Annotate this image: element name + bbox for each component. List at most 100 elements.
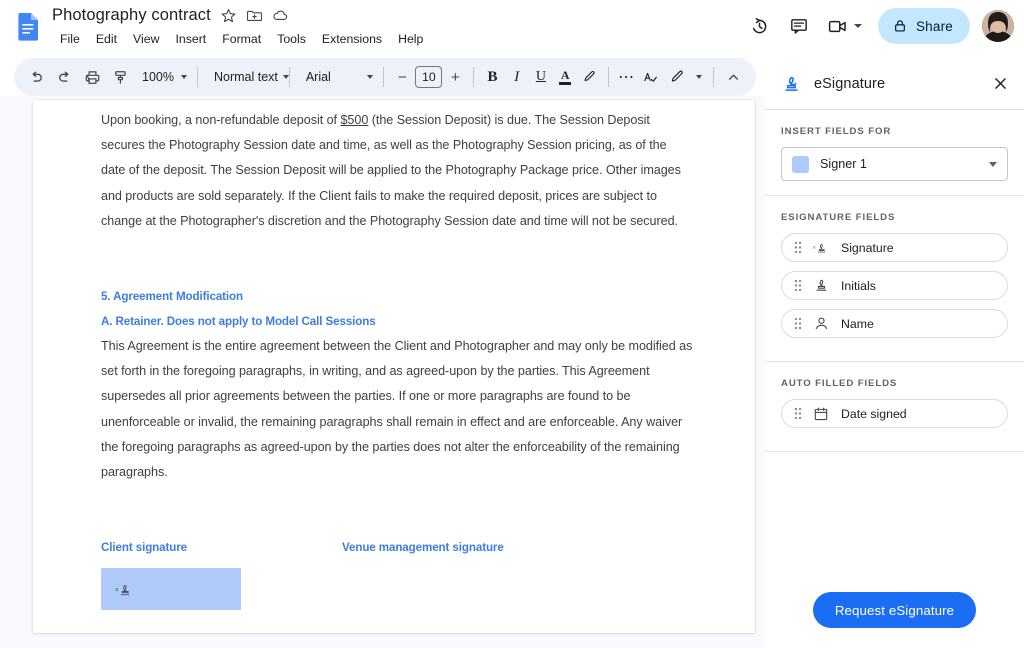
italic-button[interactable]: I — [505, 63, 529, 91]
cloud-saved-icon[interactable] — [272, 7, 289, 24]
field-signature[interactable]: x Signature — [781, 233, 1008, 262]
menu-item-format[interactable]: Format — [214, 29, 269, 49]
drag-handle-icon[interactable] — [794, 241, 802, 254]
field-initials-label: Initials — [841, 278, 876, 293]
client-signature-column: Client signature x — [101, 535, 342, 611]
more-options-button[interactable]: ⋯ — [615, 63, 639, 91]
star-icon[interactable] — [220, 7, 237, 24]
esignature-icon — [781, 73, 802, 94]
divider — [765, 451, 1024, 452]
auto-filled-fields-section: Auto filled fields Date signed — [765, 362, 1024, 451]
redo-icon[interactable] — [50, 63, 78, 91]
initials-stamp-icon — [813, 277, 830, 294]
insert-fields-label: Insert fields for — [781, 126, 892, 137]
menu-item-insert[interactable]: Insert — [167, 29, 214, 49]
signer-select-value: Signer 1 — [820, 157, 867, 171]
share-button[interactable]: Share — [877, 8, 970, 44]
heading-agreement-modification[interactable]: 5. Agreement Modification — [101, 284, 693, 309]
top-bar-actions: Share — [742, 8, 1014, 44]
drag-handle-icon[interactable] — [794, 407, 802, 420]
google-docs-icon[interactable] — [14, 11, 44, 41]
text-color-button[interactable]: A — [553, 63, 577, 91]
comment-icon[interactable] — [781, 8, 817, 44]
menu-item-help[interactable]: Help — [390, 29, 431, 49]
panel-footer: Request eSignature — [765, 572, 1024, 648]
chevron-down-icon[interactable] — [853, 24, 862, 28]
divider — [288, 67, 290, 87]
document-canvas: Upon booking, a non-refundable deposit o… — [0, 96, 765, 648]
chevron-down-icon — [695, 75, 702, 79]
font-size-input[interactable]: 10 — [415, 66, 443, 88]
paint-format-icon[interactable] — [106, 63, 134, 91]
undo-icon[interactable] — [22, 63, 50, 91]
page-title[interactable]: Photography contract — [52, 6, 211, 25]
signature-field-placeholder[interactable]: x — [101, 568, 241, 611]
signature-icon: x — [813, 239, 830, 256]
zoom-level: 100% — [142, 70, 174, 84]
google-docs-window: Photography contract File Edit View Inse… — [0, 0, 1024, 648]
field-initials[interactable]: Initials — [781, 271, 1008, 300]
chevron-down-icon — [367, 75, 374, 79]
field-name-label: Name — [841, 316, 874, 331]
paragraph-style-control[interactable]: Normal text — [204, 63, 289, 91]
editing-mode-control[interactable] — [663, 63, 707, 91]
paragraph-agreement[interactable]: This Agreement is the entire agreement b… — [101, 334, 693, 485]
insert-fields-section: Insert fields for Signer 1 — [765, 110, 1024, 195]
decrease-font-size-button[interactable]: − — [390, 65, 414, 89]
close-icon[interactable] — [984, 68, 1016, 100]
paragraph-deposit[interactable]: Upon booking, a non-refundable deposit o… — [101, 108, 693, 234]
move-folder-icon[interactable] — [246, 7, 263, 24]
text-color-letter: A — [560, 68, 570, 82]
font-family-control[interactable]: Arial — [296, 63, 378, 91]
zoom-control[interactable]: 100% — [134, 63, 191, 91]
formatting-toolbar: 100% Normal text Arial − 10 + B I U A ⋯ — [14, 58, 756, 96]
menu-item-view[interactable]: View — [125, 29, 167, 49]
avatar[interactable] — [982, 10, 1014, 42]
esignature-panel: eSignature Insert fields for Signer 1 eS… — [765, 58, 1024, 648]
signer-select[interactable]: Signer 1 — [781, 147, 1008, 181]
version-history-icon[interactable] — [742, 8, 778, 44]
meet-button-group[interactable] — [820, 8, 870, 44]
deposit-amount: $500 — [340, 113, 369, 127]
request-esignature-button[interactable]: Request eSignature — [812, 592, 977, 628]
heading-retainer[interactable]: A. Retainer. Does not apply to Model Cal… — [101, 309, 693, 334]
field-name[interactable]: Name — [781, 309, 1008, 338]
divider — [383, 67, 385, 87]
chevron-down-icon — [989, 161, 997, 167]
divider — [196, 67, 198, 87]
field-date-signed-label: Date signed — [841, 406, 907, 421]
menu-bar: File Edit View Insert Format Tools Exten… — [52, 29, 431, 49]
font-size-stepper: − 10 + — [390, 65, 467, 89]
document-title-row: Photography contract — [52, 6, 289, 25]
spellcheck-icon[interactable] — [639, 63, 663, 91]
bold-button[interactable]: B — [480, 63, 504, 91]
calendar-icon — [813, 405, 830, 422]
meet-icon[interactable] — [820, 8, 856, 44]
field-signature-label: Signature — [841, 240, 894, 255]
signature-icon: x — [115, 581, 135, 597]
pen-icon[interactable] — [663, 63, 691, 91]
print-icon[interactable] — [78, 63, 106, 91]
increase-font-size-button[interactable]: + — [443, 65, 467, 89]
field-date-signed[interactable]: Date signed — [781, 399, 1008, 428]
menu-item-tools[interactable]: Tools — [269, 29, 314, 49]
highlight-pen-icon[interactable] — [577, 63, 601, 91]
document-page[interactable]: Upon booking, a non-refundable deposit o… — [33, 100, 755, 633]
menu-item-edit[interactable]: Edit — [88, 29, 125, 49]
chevron-up-icon[interactable] — [720, 63, 748, 91]
chevron-down-icon — [180, 75, 187, 79]
venue-signature-column: Venue management signature — [342, 535, 642, 610]
underline-button[interactable]: U — [529, 63, 553, 91]
menu-item-extensions[interactable]: Extensions — [314, 29, 390, 49]
text-color-bar — [559, 82, 572, 85]
person-icon — [813, 315, 830, 332]
svg-text:x: x — [115, 586, 119, 593]
drag-handle-icon[interactable] — [794, 279, 802, 292]
drag-handle-icon[interactable] — [794, 317, 802, 330]
esignature-fields-label: eSignature fields — [781, 212, 896, 223]
auto-filled-label: Auto filled fields — [781, 378, 898, 389]
menu-item-file[interactable]: File — [52, 29, 88, 49]
paragraph-deposit-part-b: (the Session Deposit) is due. The Sessio… — [101, 113, 681, 228]
font-family-value: Arial — [305, 70, 331, 84]
share-button-label: Share — [915, 18, 953, 34]
